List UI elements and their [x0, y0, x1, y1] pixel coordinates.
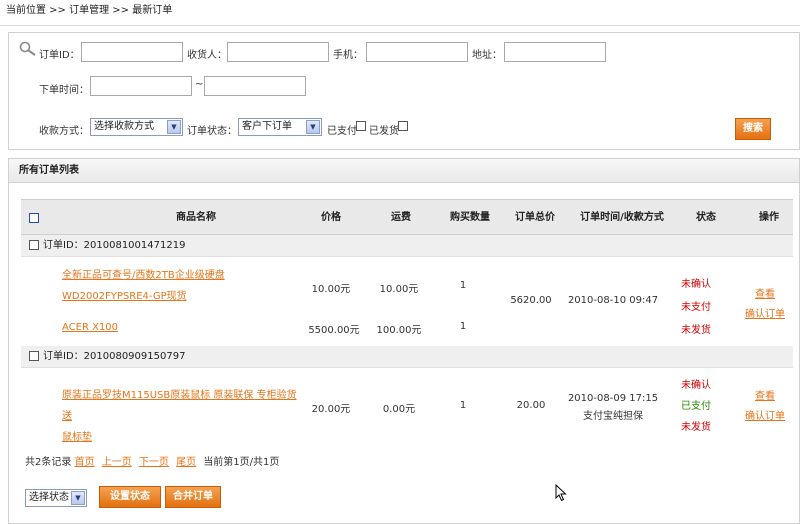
confirm-order-link[interactable]: 确认订单 — [745, 411, 785, 422]
record-count: 共2条记录 — [25, 457, 72, 468]
order-list-panel: 所有订单列表 商品名称 价格 运费 购买数量 订单总价 订单时间/收款方式 状态… — [8, 158, 800, 524]
merge-orders-button[interactable]: 合并订单 — [165, 486, 221, 508]
receiver-input[interactable] — [227, 42, 329, 62]
paid-label: 已支付 — [327, 126, 357, 137]
last-page-link[interactable]: 尾页 — [176, 457, 196, 468]
order-status-select[interactable]: 客户下订单 ▼ — [238, 118, 322, 136]
col-total: 订单总价 — [515, 212, 555, 223]
product-link[interactable]: 原装正品罗技M115USB原装鼠标 原装联保 专柜验货 送 鼠标垫 — [62, 385, 302, 448]
mouse-cursor-icon — [555, 484, 567, 502]
order-actions: 查看 确认订单 — [743, 387, 787, 427]
pagination: 共2条记录 首页 上一页 下一页 尾页 当前第1页/共1页 — [25, 453, 279, 468]
shipped-label: 已发货 — [369, 126, 399, 137]
current-page-text: 当前第1页/共1页 — [203, 457, 280, 468]
shipped-checkbox[interactable] — [398, 121, 408, 131]
chevron-down-icon: ▼ — [71, 491, 85, 505]
col-shipping: 运费 — [391, 212, 411, 223]
phone-input[interactable] — [366, 42, 468, 62]
pay-method-value: 选择收款方式 — [94, 121, 154, 132]
order-id-text: 订单ID：2010081001471219 — [43, 240, 186, 251]
order-list-title: 所有订单列表 — [9, 159, 799, 183]
address-input[interactable] — [504, 42, 606, 62]
order-status-value: 客户下订单 — [242, 121, 292, 132]
order-total: 5620.00 — [510, 295, 552, 306]
order-checkbox[interactable] — [29, 351, 39, 361]
next-page-link[interactable]: 下一页 — [139, 457, 169, 468]
col-time-payment: 订单时间/收款方式 — [580, 212, 664, 223]
item-price: 20.00元 — [311, 404, 351, 415]
set-status-button[interactable]: 设置状态 — [99, 486, 161, 508]
product-link[interactable]: ACER X100 — [62, 317, 262, 338]
order-checkbox[interactable] — [29, 240, 39, 250]
order-time-end-input[interactable] — [204, 76, 306, 96]
pay-method-select[interactable]: 选择收款方式 ▼ — [90, 118, 183, 136]
first-page-link[interactable]: 首页 — [75, 457, 95, 468]
col-quantity: 购买数量 — [450, 212, 490, 223]
item-qty: 1 — [459, 400, 467, 411]
col-actions: 操作 — [759, 212, 779, 223]
order-status-label: 订单状态： — [187, 126, 237, 137]
order-group-header: 订单ID：2010080909150797 — [21, 346, 793, 368]
order-total: 20.00 — [516, 400, 546, 411]
item-qty: 1 — [459, 321, 467, 332]
order-id-text: 订单ID：2010080909150797 — [43, 351, 186, 362]
receiver-label: 收货人： — [187, 50, 227, 61]
prev-page-link[interactable]: 上一页 — [102, 457, 132, 468]
address-label: 地址： — [472, 50, 502, 61]
search-icon — [19, 41, 36, 56]
order-status: 未确认 未支付 未发货 — [681, 279, 711, 336]
order-time: 2010-08-10 09:47 — [567, 295, 659, 306]
view-order-link[interactable]: 查看 — [755, 289, 775, 300]
bulk-status-select[interactable]: 选择状态 ▼ — [25, 489, 87, 507]
col-price: 价格 — [321, 212, 341, 223]
col-status: 状态 — [696, 212, 716, 223]
order-actions: 查看 确认订单 — [743, 285, 787, 325]
order-id-input[interactable] — [81, 42, 183, 62]
filter-panel: 订单ID： 收货人： 手机： 地址： 下单时间： ~ 收款方式： 选择收款方式 … — [8, 32, 800, 150]
order-time-start-input[interactable] — [90, 76, 192, 96]
col-product-name: 商品名称 — [176, 212, 216, 223]
search-button[interactable]: 搜索 — [735, 118, 771, 140]
pay-method-label: 收款方式： — [39, 126, 89, 137]
item-qty: 1 — [459, 280, 467, 291]
view-order-link[interactable]: 查看 — [755, 391, 775, 402]
order-status: 未确认 已支付 未发货 — [681, 380, 711, 433]
select-all-checkbox[interactable] — [29, 213, 39, 223]
item-shipping: 0.00元 — [382, 404, 416, 415]
bulk-status-value: 选择状态 — [29, 492, 69, 503]
confirm-order-link[interactable]: 确认订单 — [745, 309, 785, 320]
item-price: 10.00元 — [311, 284, 351, 295]
table-header: 商品名称 价格 运费 购买数量 订单总价 订单时间/收款方式 状态 操作 — [21, 199, 793, 235]
time-separator: ~ — [195, 79, 204, 90]
chevron-down-icon: ▼ — [167, 120, 181, 134]
paid-checkbox[interactable] — [356, 121, 366, 131]
phone-label: 手机： — [333, 50, 363, 61]
item-shipping: 10.00元 — [379, 284, 419, 295]
item-shipping: 100.00元 — [376, 325, 422, 336]
item-price: 5500.00元 — [308, 325, 360, 336]
order-id-label: 订单ID： — [39, 50, 80, 61]
chevron-down-icon: ▼ — [306, 120, 320, 134]
order-time-payment: 2010-08-09 17:15 支付宝纯担保 — [567, 393, 659, 422]
breadcrumb: 当前位置 >> 订单管理 >> 最新订单 — [0, 0, 800, 26]
order-group-header: 订单ID：2010081001471219 — [21, 235, 793, 257]
order-time-label: 下单时间： — [39, 85, 89, 96]
product-link[interactable]: 全新正品可查号/西数2TB企业级硬盘 WD2002FYPSRE4-GP现货 — [62, 265, 262, 307]
